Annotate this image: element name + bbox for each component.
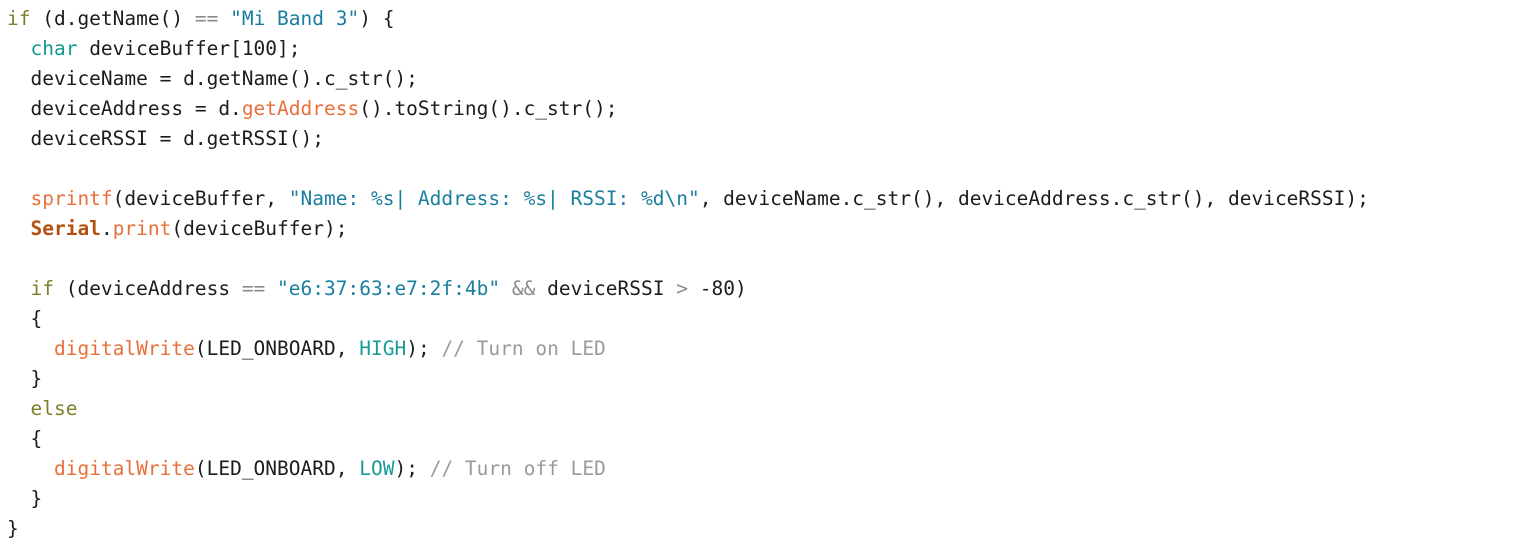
- code-token-plain: (d.getName(): [30, 7, 195, 30]
- code-line[interactable]: Serial.print(deviceBuffer);: [0, 214, 1534, 244]
- code-token-plain: {: [7, 307, 43, 330]
- code-token-plain: (LED_ONBOARD,: [194, 457, 360, 480]
- code-line[interactable]: [0, 244, 1534, 274]
- code-token-keyword: if: [30, 277, 54, 300]
- code-token-plain: deviceName = d.getName().c_str();: [7, 67, 418, 90]
- code-token-string: "e6:37:63:e7:2f:4b": [277, 277, 501, 300]
- code-line[interactable]: {: [0, 304, 1534, 334]
- code-line[interactable]: }: [0, 484, 1534, 514]
- code-line[interactable]: }: [0, 364, 1534, 394]
- code-token-operator: ==: [241, 277, 266, 300]
- code-token-plain: deviceBuffer[100];: [77, 37, 301, 60]
- code-line[interactable]: deviceAddress = d.getAddress().toString(…: [0, 94, 1534, 124]
- code-token-func: digitalWrite: [53, 337, 195, 360]
- code-token-func: print: [112, 217, 172, 240]
- code-token-plain: }: [7, 367, 43, 390]
- code-token-operator: &&: [511, 277, 536, 300]
- code-line[interactable]: [0, 154, 1534, 184]
- code-token-operator: >: [676, 277, 688, 300]
- code-token-plain: .: [100, 217, 113, 240]
- code-token-comment: // Turn off LED: [429, 457, 606, 480]
- code-line[interactable]: digitalWrite(LED_ONBOARD, LOW); // Turn …: [0, 454, 1534, 484]
- code-token-string: "Mi Band 3": [230, 7, 360, 30]
- code-token-func: digitalWrite: [53, 457, 195, 480]
- code-token-plain: }: [7, 517, 19, 540]
- code-token-const: LOW: [359, 457, 395, 480]
- code-token-plain: {: [7, 427, 43, 450]
- code-token-plain: (deviceAddress: [53, 277, 242, 300]
- code-token-plain: ): [734, 277, 747, 300]
- code-line[interactable]: {: [0, 424, 1534, 454]
- code-token-plain: deviceRSSI = d.getRSSI();: [7, 127, 324, 150]
- code-token-plain: (deviceBuffer,: [112, 187, 289, 210]
- code-line[interactable]: if (d.getName() == "Mi Band 3") {: [0, 4, 1534, 34]
- code-token-comment: // Turn on LED: [441, 337, 606, 360]
- code-token-plain: }: [7, 487, 43, 510]
- code-token-string: "Name: %s| Address: %s| RSSI: %d\n": [288, 187, 700, 210]
- code-token-operator: ==: [194, 7, 219, 30]
- code-token-plain: );: [394, 457, 430, 480]
- code-token-keyword: else: [30, 397, 78, 420]
- code-token-plain: ().toString().c_str();: [359, 97, 618, 120]
- code-line[interactable]: else: [0, 394, 1534, 424]
- code-token-func: sprintf: [30, 187, 113, 210]
- code-token-const: HIGH: [359, 337, 407, 360]
- code-line[interactable]: char deviceBuffer[100];: [0, 34, 1534, 64]
- code-token-func: getAddress: [241, 97, 360, 120]
- code-token-type: char: [30, 37, 78, 60]
- code-line[interactable]: }: [0, 514, 1534, 544]
- code-token-keyword: if: [7, 7, 31, 30]
- code-token-plain: (deviceBuffer);: [171, 217, 348, 240]
- code-line[interactable]: deviceRSSI = d.getRSSI();: [0, 124, 1534, 154]
- code-token-plain: , deviceName.c_str(), deviceAddress.c_st…: [699, 187, 1369, 210]
- code-line[interactable]: sprintf(deviceBuffer, "Name: %s| Address…: [0, 184, 1534, 214]
- code-token-plain: deviceRSSI: [535, 277, 677, 300]
- code-line[interactable]: if (deviceAddress == "e6:37:63:e7:2f:4b"…: [0, 274, 1534, 304]
- code-line[interactable]: deviceName = d.getName().c_str();: [0, 64, 1534, 94]
- code-token-number: -80: [699, 277, 735, 300]
- code-line[interactable]: digitalWrite(LED_ONBOARD, HIGH); // Turn…: [0, 334, 1534, 364]
- code-token-plain: ) {: [359, 7, 395, 30]
- code-token-class: Serial: [30, 217, 101, 240]
- code-token-plain: );: [406, 337, 442, 360]
- code-block[interactable]: if (d.getName() == "Mi Band 3") { char d…: [0, 0, 1534, 548]
- code-token-plain: deviceAddress = d.: [7, 97, 242, 120]
- code-token-plain: (LED_ONBOARD,: [194, 337, 360, 360]
